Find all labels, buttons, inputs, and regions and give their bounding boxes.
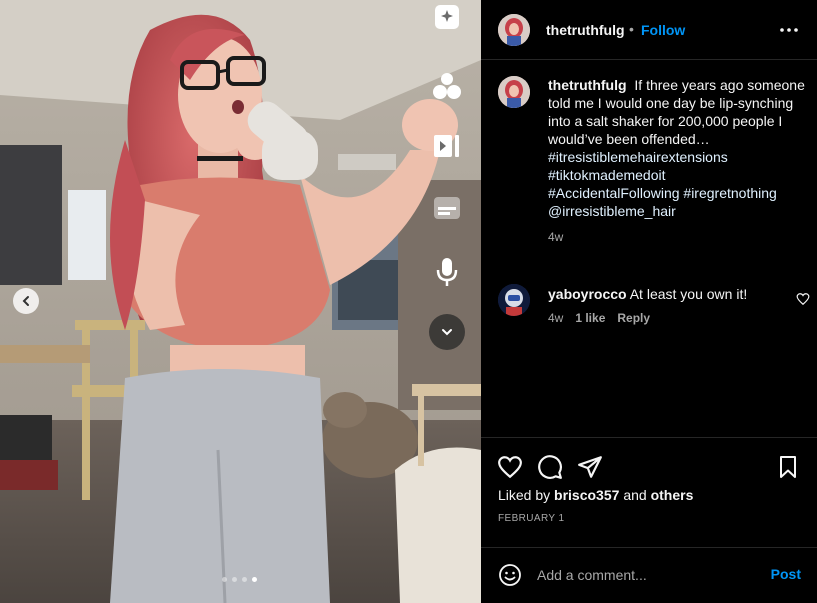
heart-icon — [498, 456, 522, 479]
captions-icon — [434, 197, 460, 219]
chevron-left-icon — [22, 296, 29, 306]
comment-bubble-icon — [538, 455, 562, 479]
bookmark-icon — [780, 456, 796, 478]
comment-item: yaboyrocco At least you own it! 4w 1 lik… — [498, 284, 810, 334]
avatar[interactable] — [498, 14, 530, 46]
chevron-down-icon — [442, 329, 452, 336]
shapes-button[interactable] — [424, 66, 470, 106]
sparkle-icon — [435, 5, 459, 29]
video-skip-icon — [434, 135, 459, 157]
post-header: thetruthfulg • Follow — [481, 0, 817, 60]
avatar[interactable] — [498, 284, 530, 316]
post-date[interactable]: FEBRUARY 1 — [498, 513, 564, 524]
reply-button[interactable]: Reply — [617, 311, 650, 325]
comment-meta: 4w 1 like Reply — [548, 311, 650, 325]
paper-plane-icon — [578, 456, 602, 478]
post-comment-button[interactable]: Post — [771, 566, 801, 582]
more-options-button[interactable] — [777, 20, 801, 40]
post-author-username[interactable]: thetruthfulg — [546, 22, 625, 38]
voice-button[interactable] — [424, 252, 470, 292]
mention-link[interactable]: @irresistibleme_hair — [548, 202, 808, 220]
post-media[interactable] — [0, 0, 481, 603]
comment-composer: Post — [481, 547, 817, 603]
post-details-panel: thetruthfulg • Follow thetruthfulg If th… — [481, 0, 817, 603]
comment-like-count[interactable]: 1 like — [575, 311, 605, 325]
share-button[interactable] — [576, 453, 604, 481]
liked-by-and: and — [623, 487, 647, 503]
liked-by-others-link[interactable]: others — [651, 487, 694, 503]
carousel-dot — [222, 577, 227, 582]
avatar[interactable] — [498, 76, 530, 108]
hashtag-link[interactable]: #tiktokmademedoit — [548, 166, 808, 184]
video-skip-button[interactable] — [424, 126, 470, 166]
post-photo — [0, 0, 481, 603]
hashtag-link[interactable]: #AccidentalFollowing #iregretnothing — [548, 184, 808, 202]
carousel-indicator — [222, 577, 257, 582]
carousel-dot-active — [252, 577, 257, 582]
liked-by-prefix: Liked by — [498, 487, 551, 503]
user-avatar-image — [498, 76, 530, 108]
add-comment-input[interactable] — [537, 561, 757, 589]
previous-slide-button[interactable] — [13, 288, 39, 314]
carousel-dot — [232, 577, 237, 582]
liked-by-summary: Liked by brisco357 and others — [498, 487, 693, 503]
comment-username[interactable]: yaboyrocco — [548, 286, 627, 302]
user-avatar-image — [498, 14, 530, 46]
more-horizontal-icon — [780, 28, 798, 32]
carousel-dot — [242, 577, 247, 582]
caption-username[interactable]: thetruthfulg — [548, 77, 627, 93]
comment-timestamp[interactable]: 4w — [548, 311, 563, 325]
separator-dot: • — [629, 21, 634, 37]
caption-timestamp[interactable]: 4w — [548, 228, 808, 246]
emoji-smiley-icon — [499, 564, 521, 586]
save-button[interactable] — [774, 453, 802, 481]
like-comment-button[interactable] — [796, 292, 810, 306]
heart-icon — [796, 293, 810, 306]
comment-text: At least you own it! — [629, 286, 748, 302]
voice-icon — [436, 258, 458, 286]
hashtag-link[interactable]: #itresistiblemehairextensions — [548, 148, 808, 166]
post-actions: Liked by brisco357 and others FEBRUARY 1 — [481, 437, 817, 547]
follow-button[interactable]: Follow — [641, 22, 685, 38]
effect-button[interactable] — [424, 0, 470, 36]
shapes-icon — [433, 73, 461, 99]
caption-hashtags: #itresistiblemehairextensions #tiktokmad… — [548, 148, 808, 220]
emoji-button[interactable] — [498, 563, 522, 587]
commenter-avatar-image — [498, 284, 530, 316]
like-button[interactable] — [496, 453, 524, 481]
comment-button[interactable] — [536, 453, 564, 481]
liked-by-user-link[interactable]: brisco357 — [554, 487, 619, 503]
scroll-down-button[interactable] — [429, 314, 465, 350]
captions-button[interactable] — [424, 188, 470, 228]
